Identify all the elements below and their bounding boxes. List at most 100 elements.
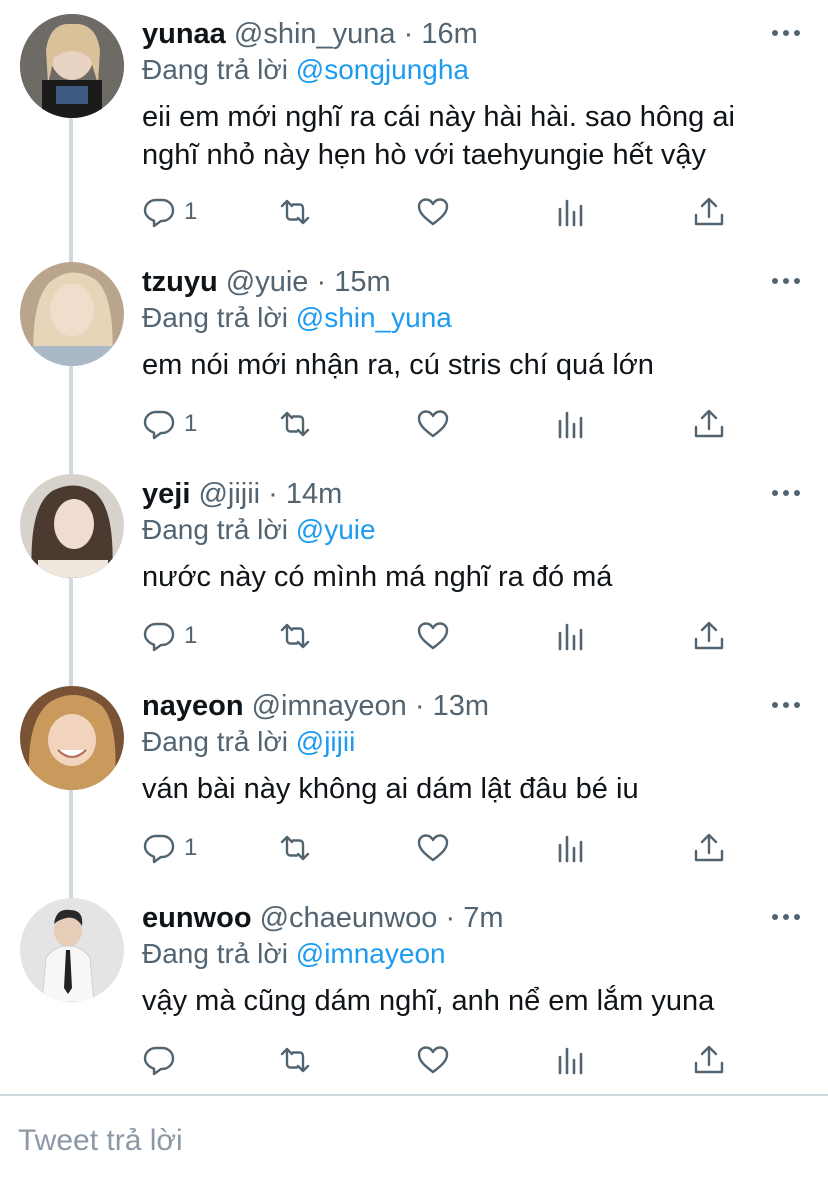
analytics-button[interactable] (554, 406, 588, 442)
reply-button[interactable]: 1 (142, 618, 197, 654)
retweet-button[interactable] (278, 1042, 312, 1078)
share-upload-icon (694, 833, 724, 862)
retweet-button[interactable] (278, 406, 312, 442)
tweet[interactable]: yunaa @shin_yuna · 16m Đang trả lời @son… (0, 0, 828, 228)
tweet-header: nayeon @imnayeon · 13m (142, 688, 489, 724)
tweet[interactable]: nayeon @imnayeon · 13m Đang trả lời @jij… (0, 672, 828, 884)
username-handle[interactable]: @shin_yuna (234, 18, 396, 50)
username-handle[interactable]: @jijii (198, 478, 260, 510)
heart-icon (417, 198, 449, 226)
tweet-actions: 1 (142, 194, 742, 234)
share-button[interactable] (692, 406, 726, 442)
like-button[interactable] (416, 1042, 450, 1078)
analytics-bars-icon (558, 1047, 583, 1075)
reply-button[interactable]: 1 (142, 830, 197, 866)
replying-to: Đang trả lời @imnayeon (142, 936, 446, 972)
username-handle[interactable]: @imnayeon (252, 690, 407, 722)
heart-icon (417, 834, 449, 862)
avatar[interactable] (20, 14, 124, 118)
reply-count: 1 (184, 622, 198, 649)
replying-to: Đang trả lời @jijii (142, 724, 355, 760)
share-button[interactable] (692, 618, 726, 654)
heart-icon (417, 1046, 449, 1074)
more-options-icon[interactable] (772, 702, 800, 710)
display-name[interactable]: eunwoo (142, 902, 252, 934)
timestamp[interactable]: 7m (463, 902, 503, 934)
timestamp[interactable]: 16m (421, 18, 477, 50)
tweet[interactable]: tzuyu @yuie · 15m Đang trả lời @shin_yun… (0, 248, 828, 460)
display-name[interactable]: nayeon (142, 690, 244, 722)
tweet-text: em nói mới nhận ra, cú stris chí quá lớn (142, 349, 654, 381)
more-options-icon[interactable] (772, 30, 800, 38)
tweet-actions: 1 (142, 618, 742, 658)
retweet-icon (280, 1047, 310, 1073)
like-button[interactable] (416, 406, 450, 442)
replying-to-label: Đang trả lời (142, 514, 288, 545)
more-options-icon[interactable] (772, 490, 800, 498)
avatar[interactable] (20, 686, 124, 790)
separator-dot: · (445, 902, 456, 934)
share-upload-icon (694, 409, 724, 438)
mention-link[interactable]: @jijii (296, 726, 356, 757)
retweet-icon (280, 199, 310, 225)
tweet-header: yeji @jijii · 14m (142, 476, 342, 512)
reply-button[interactable]: 1 (142, 406, 197, 442)
reply-bubble-icon (143, 198, 175, 228)
separator-dot: · (414, 690, 425, 722)
reply-button[interactable] (142, 1042, 184, 1078)
composer-divider (0, 1094, 828, 1096)
mention-link[interactable]: @songjungha (296, 54, 469, 85)
timestamp[interactable]: 14m (286, 478, 342, 510)
heart-icon (417, 410, 449, 438)
mention-link[interactable]: @shin_yuna (296, 302, 452, 333)
share-button[interactable] (692, 1042, 726, 1078)
share-button[interactable] (692, 194, 726, 230)
display-name[interactable]: yeji (142, 478, 190, 510)
tweet-header: eunwoo @chaeunwoo · 7m (142, 900, 503, 936)
tweet-text: nước này có mình má nghĩ ra đó má (142, 561, 613, 593)
avatar[interactable] (20, 898, 124, 1002)
tweet[interactable]: yeji @jijii · 14m Đang trả lời @yuie nướ… (0, 460, 828, 672)
retweet-button[interactable] (278, 830, 312, 866)
reply-bubble-icon (143, 410, 175, 440)
avatar[interactable] (20, 474, 124, 578)
reply-bubble-icon (143, 622, 175, 652)
tweet[interactable]: eunwoo @chaeunwoo · 7m Đang trả lời @imn… (0, 884, 828, 1096)
mention-link[interactable]: @imnayeon (296, 938, 446, 969)
like-button[interactable] (416, 194, 450, 230)
retweet-button[interactable] (278, 618, 312, 654)
analytics-button[interactable] (554, 618, 588, 654)
display-name[interactable]: tzuyu (142, 266, 218, 298)
retweet-button[interactable] (278, 194, 312, 230)
analytics-button[interactable] (554, 194, 588, 230)
analytics-bars-icon (558, 623, 583, 651)
like-button[interactable] (416, 618, 450, 654)
analytics-button[interactable] (554, 1042, 588, 1078)
more-options-icon[interactable] (772, 278, 800, 286)
tweet-text: eii em mới nghĩ ra cái này hài hài. sao … (142, 101, 735, 171)
share-upload-icon (694, 197, 724, 226)
timestamp[interactable]: 15m (334, 266, 390, 298)
username-handle[interactable]: @chaeunwoo (260, 902, 438, 934)
replying-to: Đang trả lời @songjungha (142, 52, 469, 88)
timestamp[interactable]: 13m (433, 690, 489, 722)
avatar[interactable] (20, 262, 124, 366)
reply-count: 1 (184, 834, 198, 861)
analytics-button[interactable] (554, 830, 588, 866)
like-button[interactable] (416, 830, 450, 866)
username-handle[interactable]: @yuie (226, 266, 309, 298)
reply-composer-input[interactable]: Tweet trả lời (18, 1124, 183, 1158)
reply-button[interactable]: 1 (142, 194, 197, 230)
tweet-text: vậy mà cũng dám nghĩ, anh nể em lắm yuna (142, 985, 715, 1017)
analytics-bars-icon (558, 199, 583, 227)
mention-link[interactable]: @yuie (296, 514, 376, 545)
share-upload-icon (694, 1045, 724, 1074)
separator-dot: · (268, 478, 278, 510)
more-options-icon[interactable] (772, 914, 800, 922)
share-button[interactable] (692, 830, 726, 866)
retweet-icon (280, 411, 310, 437)
tweet-actions (142, 1042, 742, 1082)
replying-to: Đang trả lời @shin_yuna (142, 300, 452, 336)
tweet-text: ván bài này không ai dám lật đâu bé iu (142, 773, 639, 805)
display-name[interactable]: yunaa (142, 18, 226, 50)
